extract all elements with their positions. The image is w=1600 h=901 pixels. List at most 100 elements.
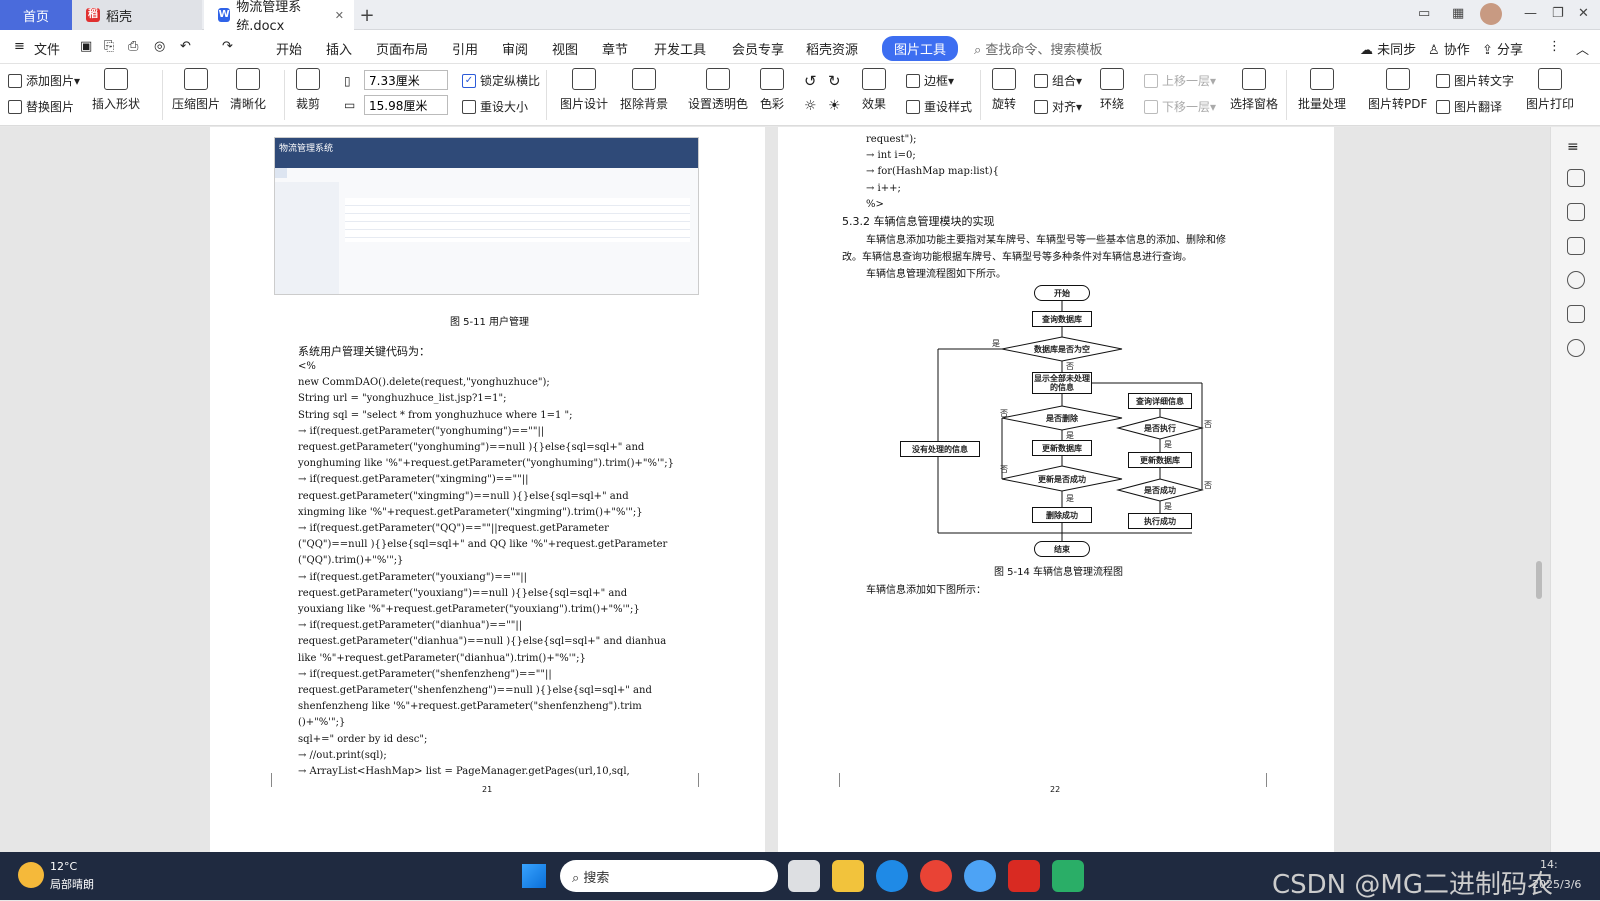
taskbar-search[interactable]: ⌕ 搜索 [560,860,778,892]
menu-file[interactable]: 文件 [34,39,60,58]
move-down-layer-button[interactable]: 下移一层 ▾ [1144,98,1216,115]
new-tab-button[interactable]: + [354,0,380,30]
sharpen-icon [236,68,260,90]
resize-button[interactable]: 重设大小 [462,98,528,115]
move-up-layer-button[interactable]: 上移一层 ▾ [1144,72,1216,89]
width-input[interactable] [364,70,448,90]
cursor-icon[interactable] [1567,203,1585,221]
edit-pen-icon[interactable] [1567,169,1585,187]
to-text-button[interactable]: 图片转文字 [1436,72,1514,89]
undo-icon[interactable]: ↶ [180,39,191,54]
remove-background-button[interactable]: 抠除背景 [620,68,668,112]
embedded-screenshot[interactable]: 物流管理系统 [274,137,699,295]
align-button[interactable]: 对齐 ▾ [1034,98,1082,115]
preview-icon[interactable]: ◎ [154,39,165,54]
document-workspace[interactable]: 物流管理系统 图 5-11 用户管理 系统用户管理关键代码为： <% new C… [0,127,1550,852]
menu-lines-icon[interactable]: ≡ [1567,139,1585,157]
minimize-icon[interactable]: — [1524,6,1537,21]
collab-label: 协作 [1443,43,1470,58]
hamburger-icon[interactable]: ≡ [14,39,25,54]
collab-button[interactable]: ♙ 协作 [1428,39,1470,58]
adjust-sliders-icon[interactable] [1567,237,1585,255]
layout-icon[interactable]: ▭ [1418,6,1430,21]
close-window-icon[interactable]: ✕ [1578,6,1589,21]
picture-design-button[interactable]: 图片设计 [560,68,608,112]
store-icon[interactable] [788,860,820,892]
menu-member[interactable]: 会员专享 [732,39,784,58]
crop-button[interactable]: 裁剪 [296,68,320,112]
print-picture-button[interactable]: 图片打印 [1526,68,1574,112]
menu-start[interactable]: 开始 [276,39,302,58]
export-icon[interactable]: ⎘ [104,39,114,54]
redo-icon[interactable]: ↷ [222,39,233,54]
wrap-button[interactable]: 环绕 [1100,68,1124,112]
close-tab-icon[interactable]: ✕ [335,9,344,22]
app-icon[interactable] [964,860,996,892]
weather-icon[interactable] [18,862,44,888]
menu-view[interactable]: 视图 [552,39,578,58]
picture-toolbar: 添加图片▾ 替换图片 插入形状 压缩图片 清晰化 裁剪 ▯ ▭ ✓ 锁定纵横比 重… [0,64,1600,126]
grid-apps-icon[interactable]: ▦ [1452,6,1464,21]
translate-label: 图片翻译 [1454,100,1503,114]
chrome-icon[interactable] [920,860,952,892]
tab-daoke[interactable]: 稻稻壳 [72,0,202,30]
restore-icon[interactable]: ❐ [1552,6,1564,21]
flow-label-no: 否 [1066,362,1074,371]
height-input[interactable] [364,95,448,115]
to-pdf-button[interactable]: 图片转PDF [1368,68,1427,112]
reset-style-button[interactable]: 重设样式 [906,98,972,115]
flowchart[interactable]: 开始 查询数据库 数据库是否为空 显示全部未处理的信息 查询详细信息 是否删除 … [778,127,1334,587]
windows-start-icon[interactable] [522,864,546,888]
menu-reference[interactable]: 引用 [452,39,478,58]
more-icon[interactable]: ⋮ [1548,39,1561,54]
replace-picture-button[interactable]: 替换图片 [8,98,74,115]
rotate-right-icon[interactable]: ↻ [828,72,841,90]
compress-button[interactable]: 压缩图片 [172,68,220,112]
reset-style-icon [906,99,920,114]
avatar[interactable] [1480,3,1502,25]
border-button[interactable]: 边框 ▾ [906,72,954,89]
lock-ratio-checkbox[interactable]: ✓ 锁定纵横比 [462,72,540,89]
document-page-22[interactable]: request"); → int i=0; → for(HashMap map:… [778,127,1334,852]
batch-process-button[interactable]: 批量处理 [1298,68,1346,112]
menu-daoke-res[interactable]: 稻壳资源 [806,39,858,58]
edge-icon[interactable] [876,860,908,892]
sync-status[interactable]: ☁ 未同步 [1360,39,1416,58]
menu-chapter[interactable]: 章节 [602,39,628,58]
document-page-21[interactable]: 物流管理系统 图 5-11 用户管理 系统用户管理关键代码为： <% new C… [210,127,765,852]
sharpen-button[interactable]: 清晰化 [230,68,266,112]
search-command[interactable]: ⌕ 查找命令、搜索模板 [974,39,1102,58]
lock-ratio-label: 锁定纵横比 [480,74,541,88]
rotate-button[interactable]: 旋转 [992,68,1016,112]
color-button[interactable]: 色彩 [760,68,784,112]
menu-review[interactable]: 审阅 [502,39,528,58]
rotate-left-icon[interactable]: ↺ [804,72,817,90]
translate-button[interactable]: 图片翻译 [1436,98,1502,115]
menu-dev-tools[interactable]: 开发工具 [654,39,706,58]
tab-document[interactable]: W 物流管理系统.docx ✕ [204,0,354,34]
menu-insert[interactable]: 插入 [326,39,352,58]
group-button[interactable]: 组合 ▾ [1034,72,1082,89]
help-icon[interactable] [1567,271,1585,289]
brightness-icon[interactable]: ☼ [804,98,817,114]
add-picture-button[interactable]: 添加图片 ▾ [8,72,80,89]
menu-layout[interactable]: 页面布局 [376,39,428,58]
contrast-icon[interactable]: ☀ [828,98,841,114]
insert-shape-button[interactable]: 插入形状 [92,68,140,112]
scrollbar-thumb[interactable] [1536,561,1542,599]
tab-home[interactable]: 首页 [0,0,72,30]
transparent-color-button[interactable]: 设置透明色 [688,68,748,112]
wechat-icon[interactable] [1052,860,1084,892]
image-settings-icon[interactable] [1567,305,1585,323]
save-icon[interactable]: ▣ [80,39,92,54]
folder-icon[interactable] [832,860,864,892]
effect-button[interactable]: 效果 [862,68,886,112]
vertical-scrollbar[interactable] [1532,135,1546,847]
wps-icon[interactable] [1008,860,1040,892]
lightning-icon[interactable] [1567,339,1585,357]
menu-picture-tools[interactable]: 图片工具 [882,36,959,61]
share-button[interactable]: ⇪ 分享 [1482,39,1523,58]
collapse-ribbon-icon[interactable]: ︿ [1576,39,1589,58]
selection-pane-button[interactable]: 选择窗格 [1230,68,1278,112]
print-icon[interactable]: ⎙ [128,39,138,54]
